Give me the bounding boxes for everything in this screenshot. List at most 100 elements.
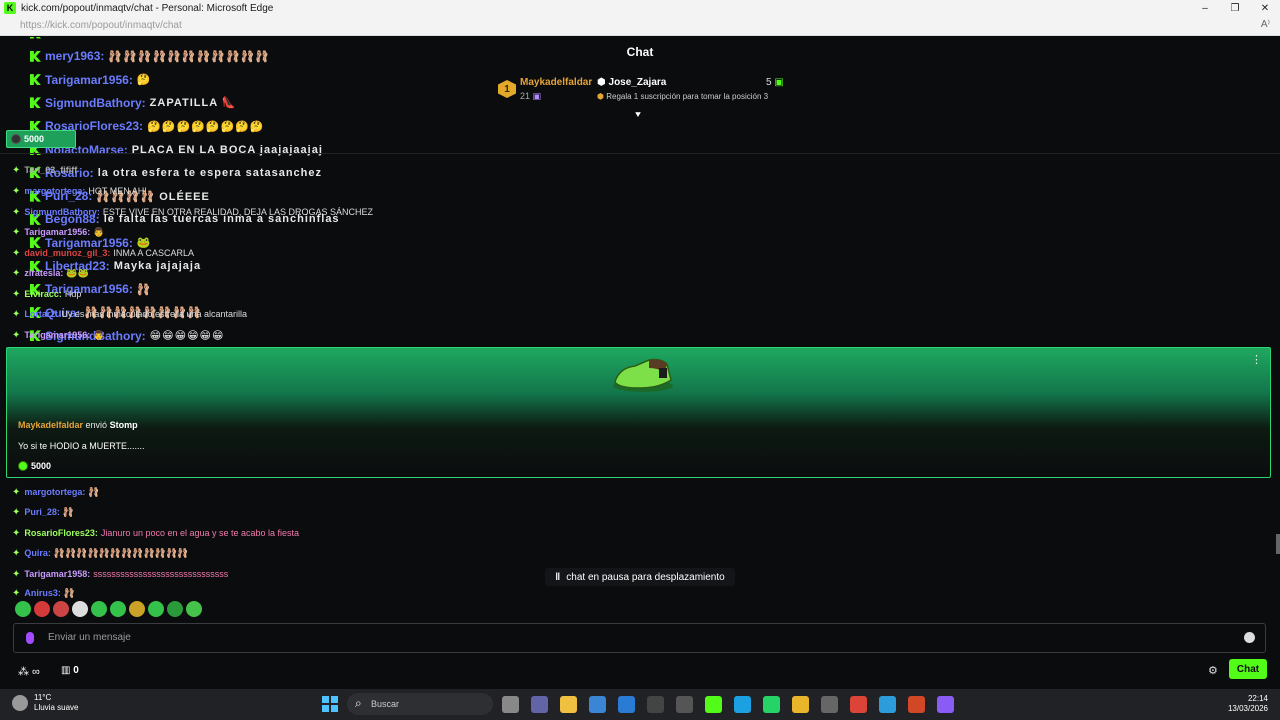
infinity-icon[interactable]: ⁂ ∞ xyxy=(18,665,40,678)
chrome-icon[interactable] xyxy=(850,696,867,713)
chat-text: Hdp xyxy=(64,289,82,299)
minimize-icon[interactable]: – xyxy=(1190,0,1220,16)
chat-paused-banner[interactable]: ‖ chat en pausa para desplazamiento xyxy=(545,568,735,586)
chat-username[interactable]: Tarigamar1956: xyxy=(24,330,90,340)
app-icon[interactable] xyxy=(647,696,664,713)
sparkle-badge-icon: ✦ xyxy=(12,206,21,218)
chat-text: 🩰 xyxy=(62,506,75,517)
coin-icon xyxy=(18,461,28,471)
chat-message: ✦ Puri_28: 🩰 xyxy=(12,505,74,519)
chat-username[interactable]: ziratesla: xyxy=(24,268,63,278)
chat-message: ✦ RosarioFlores23: Jianuro un poco en el a… xyxy=(12,526,299,540)
message-placeholder: Enviar un mensaje xyxy=(48,632,131,643)
emote-icon[interactable] xyxy=(91,601,107,617)
emote-icon[interactable] xyxy=(129,601,145,617)
read-aloud-icon[interactable]: A⁾ xyxy=(1261,19,1270,30)
sparkle-badge-icon: ✦ xyxy=(12,506,21,518)
chat-username[interactable]: SigmundBathory: xyxy=(24,207,100,217)
task-view-icon[interactable] xyxy=(502,696,519,713)
powerpoint-icon[interactable] xyxy=(908,696,925,713)
file-explorer-icon[interactable] xyxy=(560,696,577,713)
message-input[interactable]: Enviar un mensaje xyxy=(13,623,1266,653)
sparkle-badge-icon: ✦ xyxy=(12,185,21,197)
emote-icon[interactable] xyxy=(72,601,88,617)
top-gifter-name[interactable]: Maykadelfaldar xyxy=(520,77,592,88)
chat-text: HOT MEN AH! xyxy=(88,186,147,196)
second-gifter-name[interactable]: ⬢ Jose_Zajara xyxy=(597,77,666,88)
sparkle-badge-icon: ✦ xyxy=(12,486,21,498)
chat-text: 🤔🤔🤔🤔🤔🤔🤔🤔 xyxy=(147,120,265,133)
chat-message: ✦ margotortega: HOT MEN AH! xyxy=(12,184,147,198)
gifter-leaderboard: 1 Maykadelfaldar 21 ▣ ⬢ Jose_Zajara 5 ▣ … xyxy=(0,67,1280,121)
kick-app-icon[interactable] xyxy=(705,696,722,713)
chat-text: Mayka jajajaja xyxy=(113,260,202,272)
address-bar[interactable]: https://kick.com/popout/inmaqtv/chat A⁾ xyxy=(0,16,1280,36)
chat-bottom-bar: ⁂ ∞ ▥ 0 ⚙ Chat xyxy=(0,657,1280,687)
weather-widget[interactable]: 11°C Lluvia suave xyxy=(12,693,78,713)
divider xyxy=(0,153,1280,154)
emote-icon[interactable] xyxy=(110,601,126,617)
whatsapp-icon[interactable] xyxy=(763,696,780,713)
close-icon[interactable]: ✕ xyxy=(1250,0,1280,16)
chat-username[interactable]: Tarigamar1958: xyxy=(24,569,90,579)
scrollbar[interactable] xyxy=(1276,534,1280,554)
chat-message: ✦ Tari_03_fififf xyxy=(12,163,80,177)
chat-username[interactable]: margotortega: xyxy=(24,186,85,196)
app-icon[interactable] xyxy=(676,696,693,713)
taskbar-clock[interactable]: 22:14 13/03/2026 xyxy=(1228,694,1268,714)
stomp-shoe-icon xyxy=(613,358,673,392)
windows-start-icon[interactable] xyxy=(322,696,338,712)
top-gifter-count: 21 ▣ xyxy=(520,91,542,101)
chat-username[interactable]: Anirus3: xyxy=(24,588,61,598)
emote-icon[interactable] xyxy=(148,601,164,617)
subscribe-prompt[interactable]: ⬢ Regala 1 suscripción para tomar la pos… xyxy=(597,92,768,101)
collapse-icon[interactable]: ⯆ xyxy=(634,110,642,121)
chat-username[interactable]: RosarioFlores23: xyxy=(24,528,98,538)
chat-username[interactable]: david_munoz_gil_3: xyxy=(24,248,110,258)
taskbar-search[interactable]: Buscar xyxy=(347,693,493,715)
chat-send-button[interactable]: Chat xyxy=(1229,659,1267,679)
emote-icon[interactable] xyxy=(34,601,50,617)
teams-icon[interactable] xyxy=(531,696,548,713)
chrome-icon[interactable] xyxy=(792,696,809,713)
emote-bar xyxy=(15,601,202,619)
sparkle-badge-icon: ✦ xyxy=(12,267,21,279)
emote-icon[interactable] xyxy=(15,601,31,617)
chat-text: 👨 xyxy=(93,329,105,340)
emoji-icon[interactable] xyxy=(1244,632,1255,643)
store-icon[interactable] xyxy=(589,696,606,713)
weather-icon xyxy=(12,695,28,711)
gift-message: Yo si te HODIO a MUERTE....... xyxy=(18,441,145,451)
emote-icon[interactable] xyxy=(186,601,202,617)
chat-text: 🐸🐸 xyxy=(66,267,89,278)
gift-card[interactable]: ⋮ Maykadelfaldar envió Stomp Yo si te HO… xyxy=(6,347,1271,478)
edge-icon[interactable] xyxy=(734,696,751,713)
chat-message: ✦ Elviracc: Hdp xyxy=(12,287,81,301)
gear-icon[interactable]: ⚙ xyxy=(1208,664,1218,677)
chat-text: 😁😁😁😁😁😁 xyxy=(149,330,225,343)
app-icon[interactable] xyxy=(937,696,954,713)
restore-icon[interactable]: ❐ xyxy=(1220,0,1250,16)
chat-username[interactable]: Puri_28: xyxy=(24,507,60,517)
more-options-icon[interactable]: ⋮ xyxy=(1251,353,1262,366)
chat-username[interactable]: Tarigamar1956: xyxy=(24,227,90,237)
app-icon[interactable] xyxy=(821,696,838,713)
emote-icon[interactable] xyxy=(167,601,183,617)
mail-icon[interactable] xyxy=(618,696,635,713)
points-counter[interactable]: ▥ 0 xyxy=(61,665,79,676)
windows-taskbar: 11°C Lluvia suave Buscar 22:14 13/03/202… xyxy=(0,689,1280,720)
chat-text: 🩰🩰🩰🩰🩰🩰🩰🩰🩰🩰🩰🩰 xyxy=(53,547,189,558)
chat-username[interactable]: margotortega: xyxy=(24,487,85,497)
chat-username[interactable]: Elviracc: xyxy=(24,289,62,299)
pause-icon: ‖ xyxy=(555,571,561,583)
chat-username[interactable]: Lortar2: xyxy=(24,309,58,319)
chat-text: 👨 xyxy=(93,226,105,237)
chat-username[interactable]: Quira: xyxy=(24,548,51,558)
taskbar-apps xyxy=(502,696,954,713)
chat-username[interactable]: Tari_03_fififf xyxy=(24,165,77,175)
gift-sender-line: Maykadelfaldar envió Stomp xyxy=(18,420,138,430)
gift-sender[interactable]: Maykadelfaldar xyxy=(18,420,83,430)
microphone-icon[interactable] xyxy=(26,632,34,644)
emote-icon[interactable] xyxy=(53,601,69,617)
app-icon[interactable] xyxy=(879,696,896,713)
